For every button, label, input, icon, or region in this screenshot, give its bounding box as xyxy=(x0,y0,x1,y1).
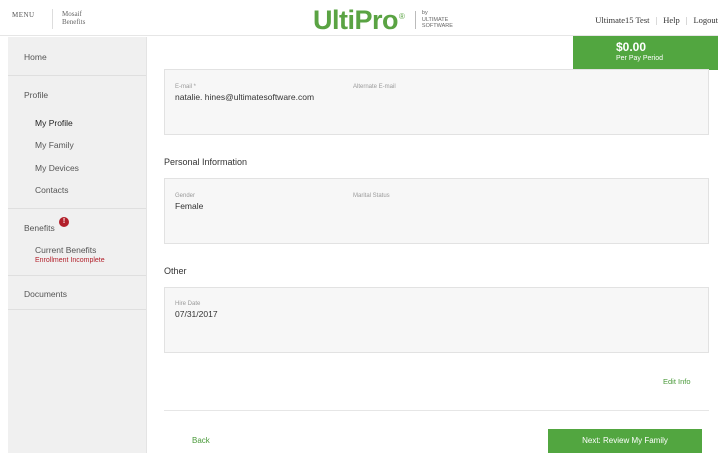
email-value: natalie. hines@ultimatesoftware.com xyxy=(175,92,315,102)
sidebar-item-benefits[interactable]: Benefits xyxy=(24,223,55,233)
gender-label: Gender xyxy=(175,193,196,199)
client-brand: Mosaif Benefits xyxy=(62,10,85,26)
email-label: E-mail * xyxy=(175,84,197,90)
sidebar-item-my-profile[interactable]: My Profile xyxy=(35,118,73,128)
enrollment-status: Enrollment Incomplete xyxy=(35,257,105,264)
user-menu: Ultimate15 Test | Help | Logout xyxy=(595,15,718,25)
logo-wordmark: UltiPro xyxy=(313,5,399,35)
logo-divider xyxy=(414,11,416,29)
user-name[interactable]: Ultimate15 Test xyxy=(595,15,649,25)
alt-email-label: Alternate E-mail xyxy=(353,84,396,90)
sidebar-item-my-devices[interactable]: My Devices xyxy=(35,163,79,173)
hire-date-label: Hire Date xyxy=(175,301,201,307)
top-bar: MENU Mosaif Benefits UltiPro ® by ULTIMA… xyxy=(0,0,718,36)
client-brand-line2: Benefits xyxy=(62,18,86,26)
ultipro-logo: UltiPro ® by ULTIMATE SOFTWARE xyxy=(313,6,453,34)
alert-icon: ! xyxy=(59,217,69,227)
edit-info-link[interactable]: Edit Info xyxy=(663,377,691,386)
pipe-divider: | xyxy=(655,15,658,25)
other-panel: Hire Date 07/31/2017 xyxy=(164,287,709,353)
cost-summary-badge: $0.00 Per Pay Period xyxy=(573,36,718,70)
sidebar-divider xyxy=(8,275,146,276)
sidebar-item-contacts[interactable]: Contacts xyxy=(35,185,69,195)
menu-button[interactable]: MENU xyxy=(12,11,35,19)
sidebar-item-my-family[interactable]: My Family xyxy=(35,140,74,150)
other-title: Other xyxy=(164,266,187,276)
marital-status-label: Marital Status xyxy=(353,193,390,199)
pipe-divider: | xyxy=(685,15,688,25)
footer-divider xyxy=(164,410,709,411)
sidebar: Home Profile My Profile My Family My Dev… xyxy=(8,37,147,453)
sidebar-divider xyxy=(8,309,146,310)
logout-link[interactable]: Logout xyxy=(693,15,718,25)
back-button[interactable]: Back xyxy=(192,436,210,445)
gender-value: Female xyxy=(175,201,204,211)
hire-date-value: 07/31/2017 xyxy=(175,309,218,319)
next-review-family-button[interactable]: Next: Review My Family xyxy=(548,429,702,453)
logo-software: SOFTWARE xyxy=(421,23,453,30)
sidebar-item-current-benefits[interactable]: Current Benefits xyxy=(35,245,96,255)
contact-panel: E-mail * natalie. hines@ultimatesoftware… xyxy=(164,69,709,135)
sidebar-divider xyxy=(8,208,146,209)
logo-tagline: by ULTIMATE SOFTWARE xyxy=(422,10,453,30)
sidebar-item-profile[interactable]: Profile xyxy=(24,90,48,100)
sidebar-item-home[interactable]: Home xyxy=(24,52,47,62)
cost-amount: $0.00 xyxy=(616,40,647,54)
menu-divider xyxy=(52,9,53,29)
personal-info-panel: Gender Female Marital Status xyxy=(164,178,709,244)
help-link[interactable]: Help xyxy=(663,15,680,25)
sidebar-divider xyxy=(8,75,146,76)
client-brand-line1: Mosaif xyxy=(62,10,82,18)
logo-registered-mark: ® xyxy=(399,11,405,21)
personal-info-title: Personal Information xyxy=(164,157,248,167)
sidebar-item-documents[interactable]: Documents xyxy=(24,289,67,299)
cost-period-label: Per Pay Period xyxy=(616,55,664,62)
